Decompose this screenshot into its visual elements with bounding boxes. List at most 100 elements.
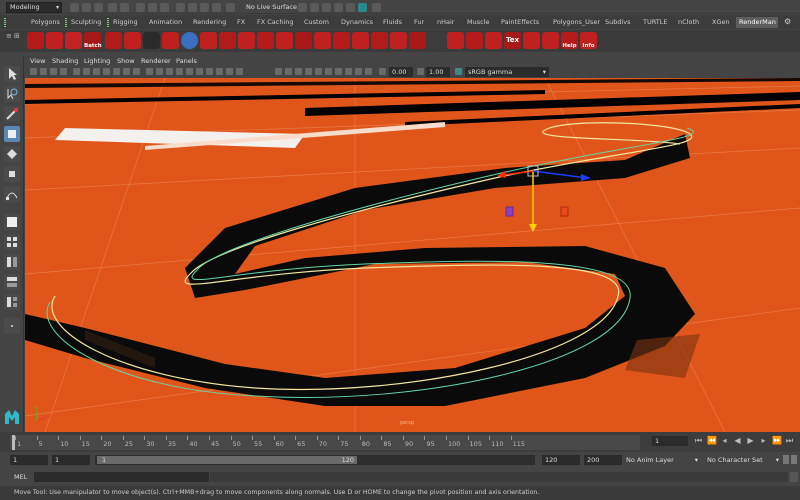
step-back-frame-icon[interactable]: ◂ [720,436,729,445]
ipr-render-icon[interactable] [322,3,331,12]
select-hierarchy-icon[interactable] [136,3,145,12]
motion-blur-icon[interactable] [216,68,223,75]
new-scene-icon[interactable] [70,3,79,12]
rman-tools-icon[interactable] [542,32,559,49]
character-set-dropdown[interactable]: No Character Set ▾ [707,455,779,465]
scale-tool-icon[interactable] [4,166,20,182]
rman-info-icon[interactable]: Info [580,32,597,49]
rman-cross-icon[interactable] [466,32,483,49]
snapshot-icon[interactable] [355,68,362,75]
wire-on-shaded-icon[interactable] [166,68,173,75]
menu-lighting[interactable]: Lighting [84,57,110,65]
command-language-label[interactable]: MEL [14,473,27,481]
rman-batch-icon[interactable]: Batch [84,32,102,49]
xray-joints-icon[interactable] [295,68,302,75]
lasso-tool-icon[interactable] [4,86,20,102]
film-gate-icon[interactable] [83,68,90,75]
single-layout-icon[interactable] [4,214,20,230]
rotate-tool-icon[interactable] [4,146,20,162]
tab-animation[interactable]: Animation [146,17,185,28]
toggle-panel-icon[interactable] [372,3,381,12]
image-plane-icon[interactable] [60,68,67,75]
gamma-field[interactable]: 1.00 [426,67,450,77]
exposure-field[interactable]: 0.00 [389,67,413,77]
wireframe-icon[interactable] [146,68,153,75]
stack-layout-icon[interactable] [4,274,20,290]
more-options-icon[interactable] [4,318,20,334]
tab-subdivs[interactable]: Subdivs [602,17,634,28]
anim-layer-dropdown[interactable]: No Anim Layer ▾ [626,455,698,465]
step-forward-key-icon[interactable]: ⏩ [772,436,782,445]
render-settings-icon[interactable] [334,3,343,12]
tab-polygons-user[interactable]: Polygons_User [550,17,603,28]
current-frame-field[interactable]: 1 [652,436,688,446]
gamma-icon[interactable] [417,68,424,75]
redo-icon[interactable] [120,3,129,12]
tab-fur[interactable]: Fur [411,17,427,28]
rman-bxdf-icon[interactable] [371,32,388,49]
rman-ipr-icon[interactable] [65,32,82,49]
tab-dynamics[interactable]: Dynamics [338,17,376,28]
select-component-icon[interactable] [160,3,169,12]
rman-pixar-icon[interactable] [333,32,350,49]
rman-volume-icon[interactable] [314,32,331,49]
paint-select-tool-icon[interactable] [4,106,20,122]
rman-sphere-icon[interactable] [181,32,198,49]
ambient-occlusion-icon[interactable] [206,68,213,75]
field-chart-icon[interactable] [113,68,120,75]
make-live-icon[interactable] [226,3,235,12]
shelf-gear-icon[interactable]: ⚙ [784,17,791,26]
depth-of-field-icon[interactable] [236,68,243,75]
range-slider[interactable]: 1 120 [95,455,535,465]
tab-polygons[interactable]: Polygons [28,17,63,28]
shelf-tabs-icon[interactable]: ⊞ [14,32,20,40]
snap-curve-icon[interactable] [188,3,197,12]
last-tool-icon[interactable] [4,186,20,202]
playback-end-field[interactable]: 120 [542,455,580,465]
rman-light-icon[interactable] [143,32,160,49]
auto-key-icon[interactable] [783,455,789,464]
end-frame-field[interactable]: 200 [584,455,622,465]
save-scene-icon[interactable] [94,3,103,12]
tab-fx[interactable]: FX [234,17,248,28]
isolate-select-icon[interactable] [275,68,282,75]
step-forward-frame-icon[interactable]: ▸ [759,436,768,445]
rman-displace-icon[interactable] [409,32,426,49]
playblast-icon[interactable] [365,68,372,75]
rman-stars-icon[interactable] [428,32,445,49]
time-slider[interactable]: 1 5 10 15 20 25 30 35 40 45 50 55 60 65 70 75 80 85 90 95 10… [0,432,800,452]
snap-point-icon[interactable] [200,3,209,12]
resolution-gate-icon[interactable] [93,68,100,75]
camera-select-icon[interactable] [30,68,37,75]
menu-shading[interactable]: Shading [52,57,78,65]
shadows-icon[interactable] [196,68,203,75]
camera-attr-icon[interactable] [40,68,47,75]
render-frame-icon[interactable] [310,3,319,12]
renderman-icon[interactable] [358,3,367,12]
tab-muscle[interactable]: Muscle [464,17,493,28]
exposure-icon[interactable] [379,68,386,75]
tab-ncloth[interactable]: nCloth [675,17,702,28]
rman-set-icon[interactable] [447,32,464,49]
viewport-3d[interactable]: x y persp [25,78,800,432]
construction-history-icon[interactable] [298,3,307,12]
move-tool-icon[interactable] [4,126,20,142]
menu-renderer[interactable]: Renderer [141,57,171,65]
rman-tex-icon[interactable]: Tex [504,32,521,49]
tab-painteffects[interactable]: PaintEffects [498,17,542,28]
rman-portal-icon[interactable] [257,32,274,49]
tab-sculpting[interactable]: Sculpting [68,17,104,28]
menu-panels[interactable]: Panels [176,57,197,65]
rman-pattern-icon[interactable] [390,32,407,49]
snap-view-plane-icon[interactable] [212,3,221,12]
outliner-layout-icon[interactable] [4,294,20,310]
tab-turtle[interactable]: TURTLE [640,17,670,28]
anti-aliasing-icon[interactable] [226,68,233,75]
tab-fluids[interactable]: Fluids [380,17,405,28]
play-backward-icon[interactable]: ◀ [733,436,742,445]
tab-renderman[interactable]: RenderMan [736,17,778,28]
tab-rigging[interactable]: Rigging [110,17,141,28]
texture-gamma-icon[interactable] [315,68,322,75]
menuset-dropdown[interactable]: Modeling ▾ [6,2,62,13]
go-to-start-icon[interactable]: ⏮ [694,436,703,445]
